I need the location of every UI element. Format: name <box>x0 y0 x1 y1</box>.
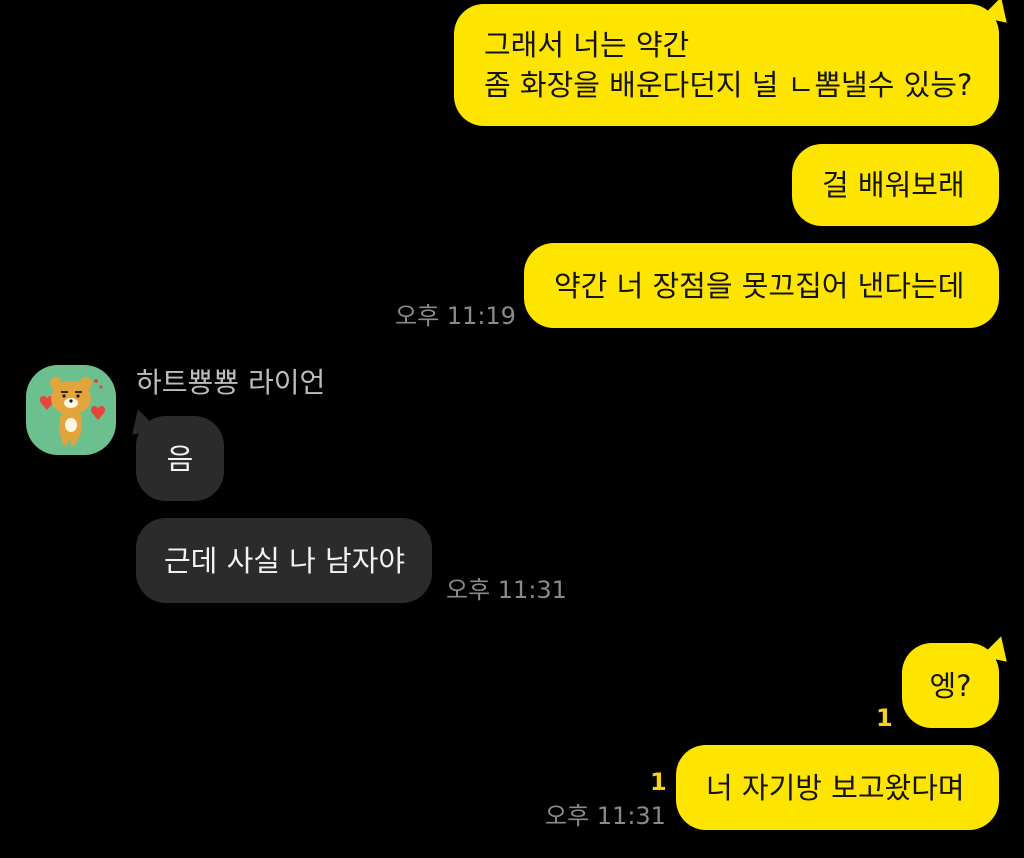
message-text: 약간 너 장점을 못끄집어 낸다는데 <box>554 268 965 303</box>
ryan-character-icon <box>39 377 106 445</box>
outgoing-message[interactable]: 너 자기방 보고왔다며 <box>676 745 999 830</box>
message-text: 음 <box>166 441 194 476</box>
message-text: 엥? <box>929 668 972 703</box>
message-text: 그래서 너는 약간 <box>484 28 690 62</box>
sender-name: 하트뿅뿅 라이언 <box>136 366 326 399</box>
outgoing-message[interactable]: 약간 너 장점을 못끄집어 낸다는데 <box>524 243 999 328</box>
incoming-message[interactable]: 근데 사실 나 남자야 <box>136 518 432 603</box>
message-text: 근데 사실 나 남자야 <box>164 543 406 578</box>
unread-count: 1 <box>876 704 893 732</box>
message-time: 오후 11:31 <box>446 576 567 604</box>
outgoing-message[interactable]: 그래서 너는 약간 좀 화장을 배운다던지 널 ㄴ뽐낼수 있능? <box>454 4 999 126</box>
message-time: 오후 11:31 <box>545 802 666 830</box>
unread-count: 1 <box>650 768 667 796</box>
outgoing-message[interactable]: 걸 배워보래 <box>792 144 999 226</box>
chat-area: 그래서 너는 약간 좀 화장을 배운다던지 널 ㄴ뽐낼수 있능? 걸 배워보래 … <box>0 0 1024 858</box>
message-text: 좀 화장을 배운다던지 널 ㄴ뽐낼수 있능? <box>484 68 973 102</box>
message-time: 오후 11:19 <box>395 302 516 330</box>
message-text: 너 자기방 보고왔다며 <box>706 770 965 805</box>
avatar[interactable] <box>26 365 116 455</box>
message-text: 걸 배워보래 <box>822 168 965 202</box>
